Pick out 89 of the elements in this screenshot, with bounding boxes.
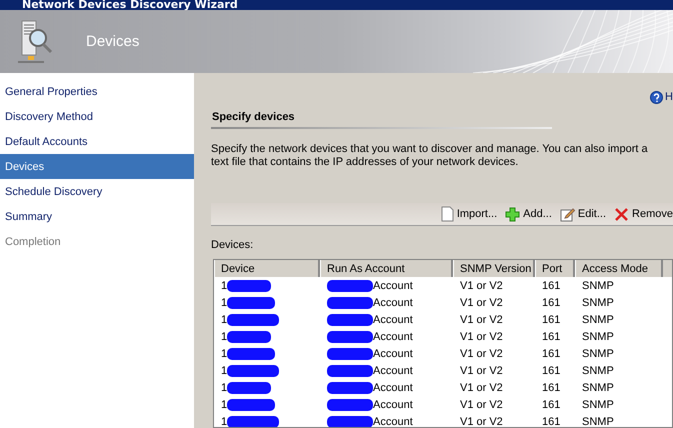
redaction-mark — [227, 348, 276, 360]
table-cell: Account — [373, 330, 413, 342]
column-header[interactable]: SNMP Version — [453, 260, 535, 277]
column-header[interactable]: Run As Account — [320, 260, 453, 277]
redaction-mark — [327, 416, 373, 427]
page-heading: Devices — [86, 33, 140, 50]
redaction-mark — [327, 382, 373, 394]
table-label: Devices: — [211, 239, 254, 251]
table-cell: SNMP — [582, 296, 614, 308]
table-cell: SNMP — [582, 398, 614, 410]
table-cell: SNMP — [582, 416, 614, 427]
table-cell: Account — [373, 296, 413, 308]
redaction-mark — [227, 330, 272, 342]
table-cell: 161 — [542, 416, 560, 427]
table-cell: V1 or V2 — [460, 314, 503, 326]
table-cell: 1 — [221, 416, 228, 427]
table-cell: 1 — [221, 364, 228, 376]
redaction-mark — [327, 348, 373, 360]
sidebar-item[interactable]: General Properties — [0, 79, 194, 104]
redaction-mark — [227, 398, 276, 410]
description: Specify the network devices that you want to discover and manage. You can also import a text file that contains the IP addresses of your network devices. — [211, 143, 649, 169]
table-cell: Account — [373, 382, 413, 394]
table-cell: 1 — [221, 314, 228, 326]
table-cell: 1 — [221, 382, 228, 394]
redaction-mark — [327, 330, 373, 342]
table-cell: 1 — [221, 296, 228, 308]
column-header[interactable]: Port — [535, 260, 575, 277]
table-cell: V1 or V2 — [460, 280, 503, 292]
table-cell: Account — [373, 280, 413, 292]
table-cell: SNMP — [582, 382, 614, 394]
toolbar-button[interactable]: Edit... — [560, 206, 606, 222]
table-cell: 161 — [542, 296, 560, 308]
table-cell: V1 or V2 — [460, 382, 503, 394]
table-cell: SNMP — [582, 348, 614, 360]
section-title: Specify devices — [211, 111, 552, 129]
toolbar-button[interactable]: Remove — [614, 206, 673, 222]
table-cell: V1 or V2 — [460, 364, 503, 376]
table-cell: 161 — [542, 330, 560, 342]
plus-icon — [505, 206, 520, 222]
sidebar-item[interactable]: Schedule Discovery — [0, 179, 194, 204]
help-link[interactable]: H — [665, 91, 673, 103]
table-cell: V1 or V2 — [460, 296, 503, 308]
sidebar-item[interactable]: Discovery Method — [0, 104, 194, 129]
table-cell: V1 or V2 — [460, 330, 503, 342]
table-cell: 161 — [542, 348, 560, 360]
redaction-mark — [227, 382, 272, 394]
redaction-mark — [327, 296, 373, 308]
cross-icon — [614, 206, 630, 222]
redaction-mark — [327, 314, 373, 326]
table-cell: Account — [373, 398, 413, 410]
table-cell: V1 or V2 — [460, 416, 503, 427]
redaction-mark — [327, 364, 373, 376]
table-cell: 1 — [221, 330, 228, 342]
toolbar-button[interactable]: Import... — [440, 206, 498, 222]
pencil-icon — [560, 206, 575, 222]
table-cell: Account — [373, 348, 413, 360]
sidebar-item[interactable]: Devices — [0, 154, 194, 179]
table-cell: SNMP — [582, 280, 614, 292]
redaction-mark — [327, 280, 373, 292]
sidebar-item[interactable]: Summary — [0, 204, 194, 229]
table-cell: SNMP — [582, 314, 614, 326]
table-cell: 1 — [221, 348, 228, 360]
table-cell: 1 — [221, 398, 228, 410]
table-cell: 161 — [542, 314, 560, 326]
table-cell: V1 or V2 — [460, 348, 503, 360]
table-cell: Account — [373, 416, 413, 427]
redaction-mark — [227, 364, 280, 376]
redaction-mark — [227, 296, 276, 308]
table-cell: Account — [373, 364, 413, 376]
table-cell: 161 — [542, 280, 560, 292]
document-icon — [440, 206, 454, 222]
table-cell: Account — [373, 314, 413, 326]
toolbar-button[interactable]: Add... — [505, 206, 552, 222]
column-header[interactable]: Access Mode — [575, 260, 663, 277]
table-cell: 161 — [542, 382, 560, 394]
table-cell: SNMP — [582, 330, 614, 342]
redaction-mark — [327, 398, 373, 410]
window-title: Network Devices Discovery Wizard — [22, 0, 238, 10]
table-cell: V1 or V2 — [460, 398, 503, 410]
table-cell: 161 — [542, 364, 560, 376]
redaction-mark — [227, 314, 280, 326]
table-cell: 161 — [542, 398, 560, 410]
redaction-mark — [227, 416, 280, 427]
table-cell: 1 — [221, 280, 228, 292]
table-cell: SNMP — [582, 364, 614, 376]
column-header[interactable]: Device — [214, 260, 320, 277]
sidebar-item[interactable]: Default Accounts — [0, 129, 194, 154]
help-icon[interactable] — [650, 90, 664, 104]
redaction-mark — [227, 280, 272, 292]
